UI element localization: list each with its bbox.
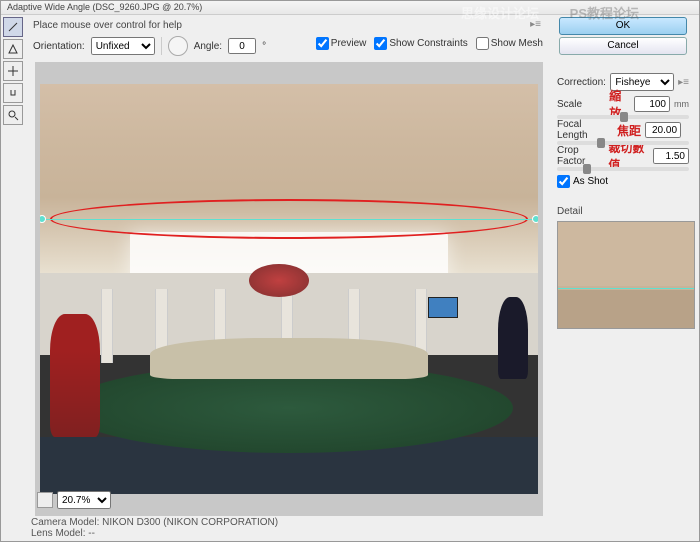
right-panel: OK Cancel Correction: Fisheye ▸≡ Scale 縮… (551, 15, 695, 333)
orientation-select[interactable]: Unfixed (91, 37, 155, 55)
scene-decoration (249, 264, 309, 297)
correction-section: Correction: Fisheye ▸≡ Scale 縮放 mm Focal… (551, 67, 695, 333)
cancel-button[interactable]: Cancel (559, 37, 687, 55)
as-shot-label: As Shot (573, 176, 608, 187)
preview-checkbox[interactable]: Preview (316, 37, 367, 50)
polygon-tool[interactable] (3, 39, 23, 59)
constraint-endpoint-left[interactable] (40, 215, 46, 223)
detail-preview[interactable] (557, 221, 695, 329)
zoom-tool[interactable] (3, 105, 23, 125)
angle-dial[interactable] (168, 36, 188, 56)
detail-constraint-line (558, 288, 694, 289)
view-options: Preview Show Constraints Show Mesh (316, 37, 543, 50)
show-mesh-checkbox[interactable]: Show Mesh (476, 37, 543, 50)
watermark-1: 思缘设计论坛 (461, 3, 539, 22)
camera-model: Camera Model: NIKON D300 (NIKON CORPORAT… (31, 517, 278, 528)
constraint-endpoint-right[interactable] (532, 215, 538, 223)
scale-input[interactable] (634, 96, 670, 112)
lens-model: Lens Model: -- (31, 528, 278, 539)
crop-input[interactable] (653, 148, 689, 164)
focal-chinese: 焦距 (617, 122, 641, 139)
hand-tool[interactable] (3, 83, 23, 103)
angle-unit: ° (262, 41, 266, 52)
as-shot-checkbox[interactable] (557, 175, 570, 188)
move-tool[interactable] (3, 61, 23, 81)
zoom-select[interactable]: 20.7% (57, 491, 111, 509)
show-constraints-checkbox[interactable]: Show Constraints (374, 37, 467, 50)
angle-label: Angle: (194, 41, 222, 52)
scene-desk (150, 338, 429, 379)
main-area: Place mouse over control for help Orient… (29, 17, 549, 527)
canvas-viewport[interactable] (35, 62, 543, 516)
scene-santa (50, 314, 100, 437)
scale-unit: mm (674, 99, 689, 109)
correction-menu-icon[interactable]: ▸≡ (678, 77, 689, 88)
constraint-tool[interactable] (3, 17, 23, 37)
separator (161, 37, 162, 55)
focal-slider[interactable] (557, 141, 689, 145)
scale-slider[interactable] (557, 115, 689, 119)
constraint-line[interactable] (40, 219, 538, 220)
correction-label: Correction: (557, 77, 606, 88)
image-canvas[interactable] (40, 84, 538, 494)
zoom-bar: 20.7% (35, 489, 113, 511)
constraint-overlay[interactable] (40, 199, 538, 239)
scene-tv (428, 297, 458, 318)
scene-person (498, 297, 528, 379)
orientation-label: Orientation: (33, 41, 85, 52)
crop-label: Crop Factor (557, 145, 604, 167)
focal-label: Focal Length (557, 119, 613, 141)
detail-label: Detail (557, 206, 689, 217)
scale-label: Scale (557, 99, 605, 110)
nav-hand-icon[interactable] (37, 492, 53, 508)
adaptive-wide-angle-dialog: Adaptive Wide Angle (DSC_9260.JPG @ 20.7… (0, 0, 700, 542)
watermark-2: PS教程论坛 (570, 3, 639, 22)
focal-input[interactable] (645, 122, 681, 138)
angle-input[interactable] (228, 38, 256, 54)
metadata: Camera Model: NIKON D300 (NIKON CORPORAT… (31, 517, 278, 539)
tool-palette (3, 17, 27, 125)
crop-slider[interactable] (557, 167, 689, 171)
